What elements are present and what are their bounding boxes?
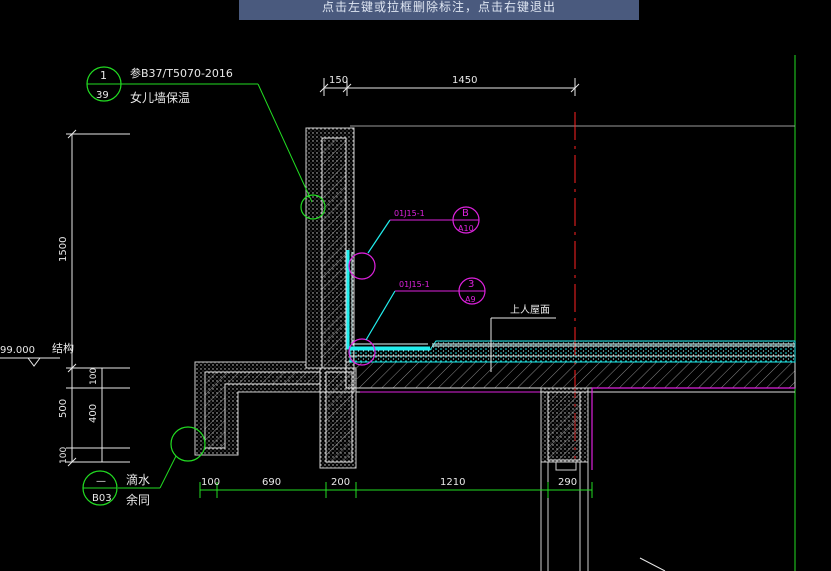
dim-text-1450: 1450 bbox=[452, 75, 477, 86]
callout-num: 1 bbox=[100, 69, 107, 82]
detail-3-sheet: A9 bbox=[465, 295, 476, 304]
drip-title-2: 余同 bbox=[126, 492, 150, 507]
left-dimension[interactable]: 1500 100 500 400 100 bbox=[58, 129, 130, 467]
roof-slab bbox=[345, 361, 796, 389]
dim-text-500: 500 bbox=[58, 399, 69, 418]
drip-callout-num: — bbox=[96, 476, 106, 487]
drip-title-1: 滴水 bbox=[126, 472, 150, 487]
dim-text-bot-690: 690 bbox=[262, 477, 281, 488]
dim-text-bot-1210: 1210 bbox=[440, 477, 465, 488]
roof-label-text: 上人屋面 bbox=[510, 304, 550, 316]
waterproof-inner bbox=[351, 252, 428, 345]
right-beam-concrete bbox=[547, 391, 581, 461]
eave-concrete bbox=[204, 371, 321, 449]
detail-b-ref: 01J15-1 bbox=[394, 209, 425, 218]
bottom-dimension[interactable]: 100 690 200 1210 290 bbox=[199, 477, 593, 498]
callout-parapet-insulation[interactable]: 1 39 参B37/T5070-2016 女儿墙保温 bbox=[86, 66, 326, 220]
dim-text-400: 400 bbox=[88, 404, 99, 423]
elevation-mark[interactable]: 99.000 结构 bbox=[0, 341, 74, 367]
detail-3-num: 3 bbox=[468, 279, 474, 290]
dim-text-bot-200: 200 bbox=[331, 477, 350, 488]
drip-callout-sheet: B03 bbox=[92, 493, 112, 504]
leader-stub bbox=[639, 557, 666, 571]
detail-b-sheet: A10 bbox=[458, 224, 474, 233]
callout-ref: 参B37/T5070-2016 bbox=[130, 66, 233, 80]
top-dimension[interactable]: 150 1450 bbox=[319, 75, 580, 96]
detail-3-ref: 01J15-1 bbox=[399, 280, 430, 289]
column-cap bbox=[555, 461, 577, 471]
parapet-concrete bbox=[321, 137, 347, 369]
elevation-value: 99.000 bbox=[0, 345, 35, 356]
drawing-canvas[interactable]: 150 1450 1500 100 500 400 100 99.000 结构 … bbox=[0, 0, 831, 571]
callout-sheet: 39 bbox=[96, 90, 109, 101]
structure-label: 结构 bbox=[52, 341, 74, 355]
detail-b-num: B bbox=[462, 208, 469, 219]
callout-title: 女儿墙保温 bbox=[130, 90, 190, 105]
dim-text-bot-290: 290 bbox=[558, 477, 577, 488]
dim-text-100b: 100 bbox=[59, 447, 69, 464]
dim-text-150: 150 bbox=[329, 75, 348, 86]
roof-paving bbox=[432, 343, 795, 347]
dim-text-1500: 1500 bbox=[58, 237, 69, 262]
waterproof-upturn bbox=[346, 250, 430, 350]
dim-text-bot-100: 100 bbox=[201, 477, 220, 488]
callout-detail-b[interactable]: 01J15-1 B A10 bbox=[348, 206, 480, 280]
callout-drip[interactable]: — B03 滴水 余同 bbox=[82, 426, 206, 507]
cad-viewport[interactable]: 点击左键或拉框删除标注，点击右键退出 150 1450 1500 100 500… bbox=[0, 0, 831, 571]
dim-text-100a: 100 bbox=[89, 368, 99, 385]
